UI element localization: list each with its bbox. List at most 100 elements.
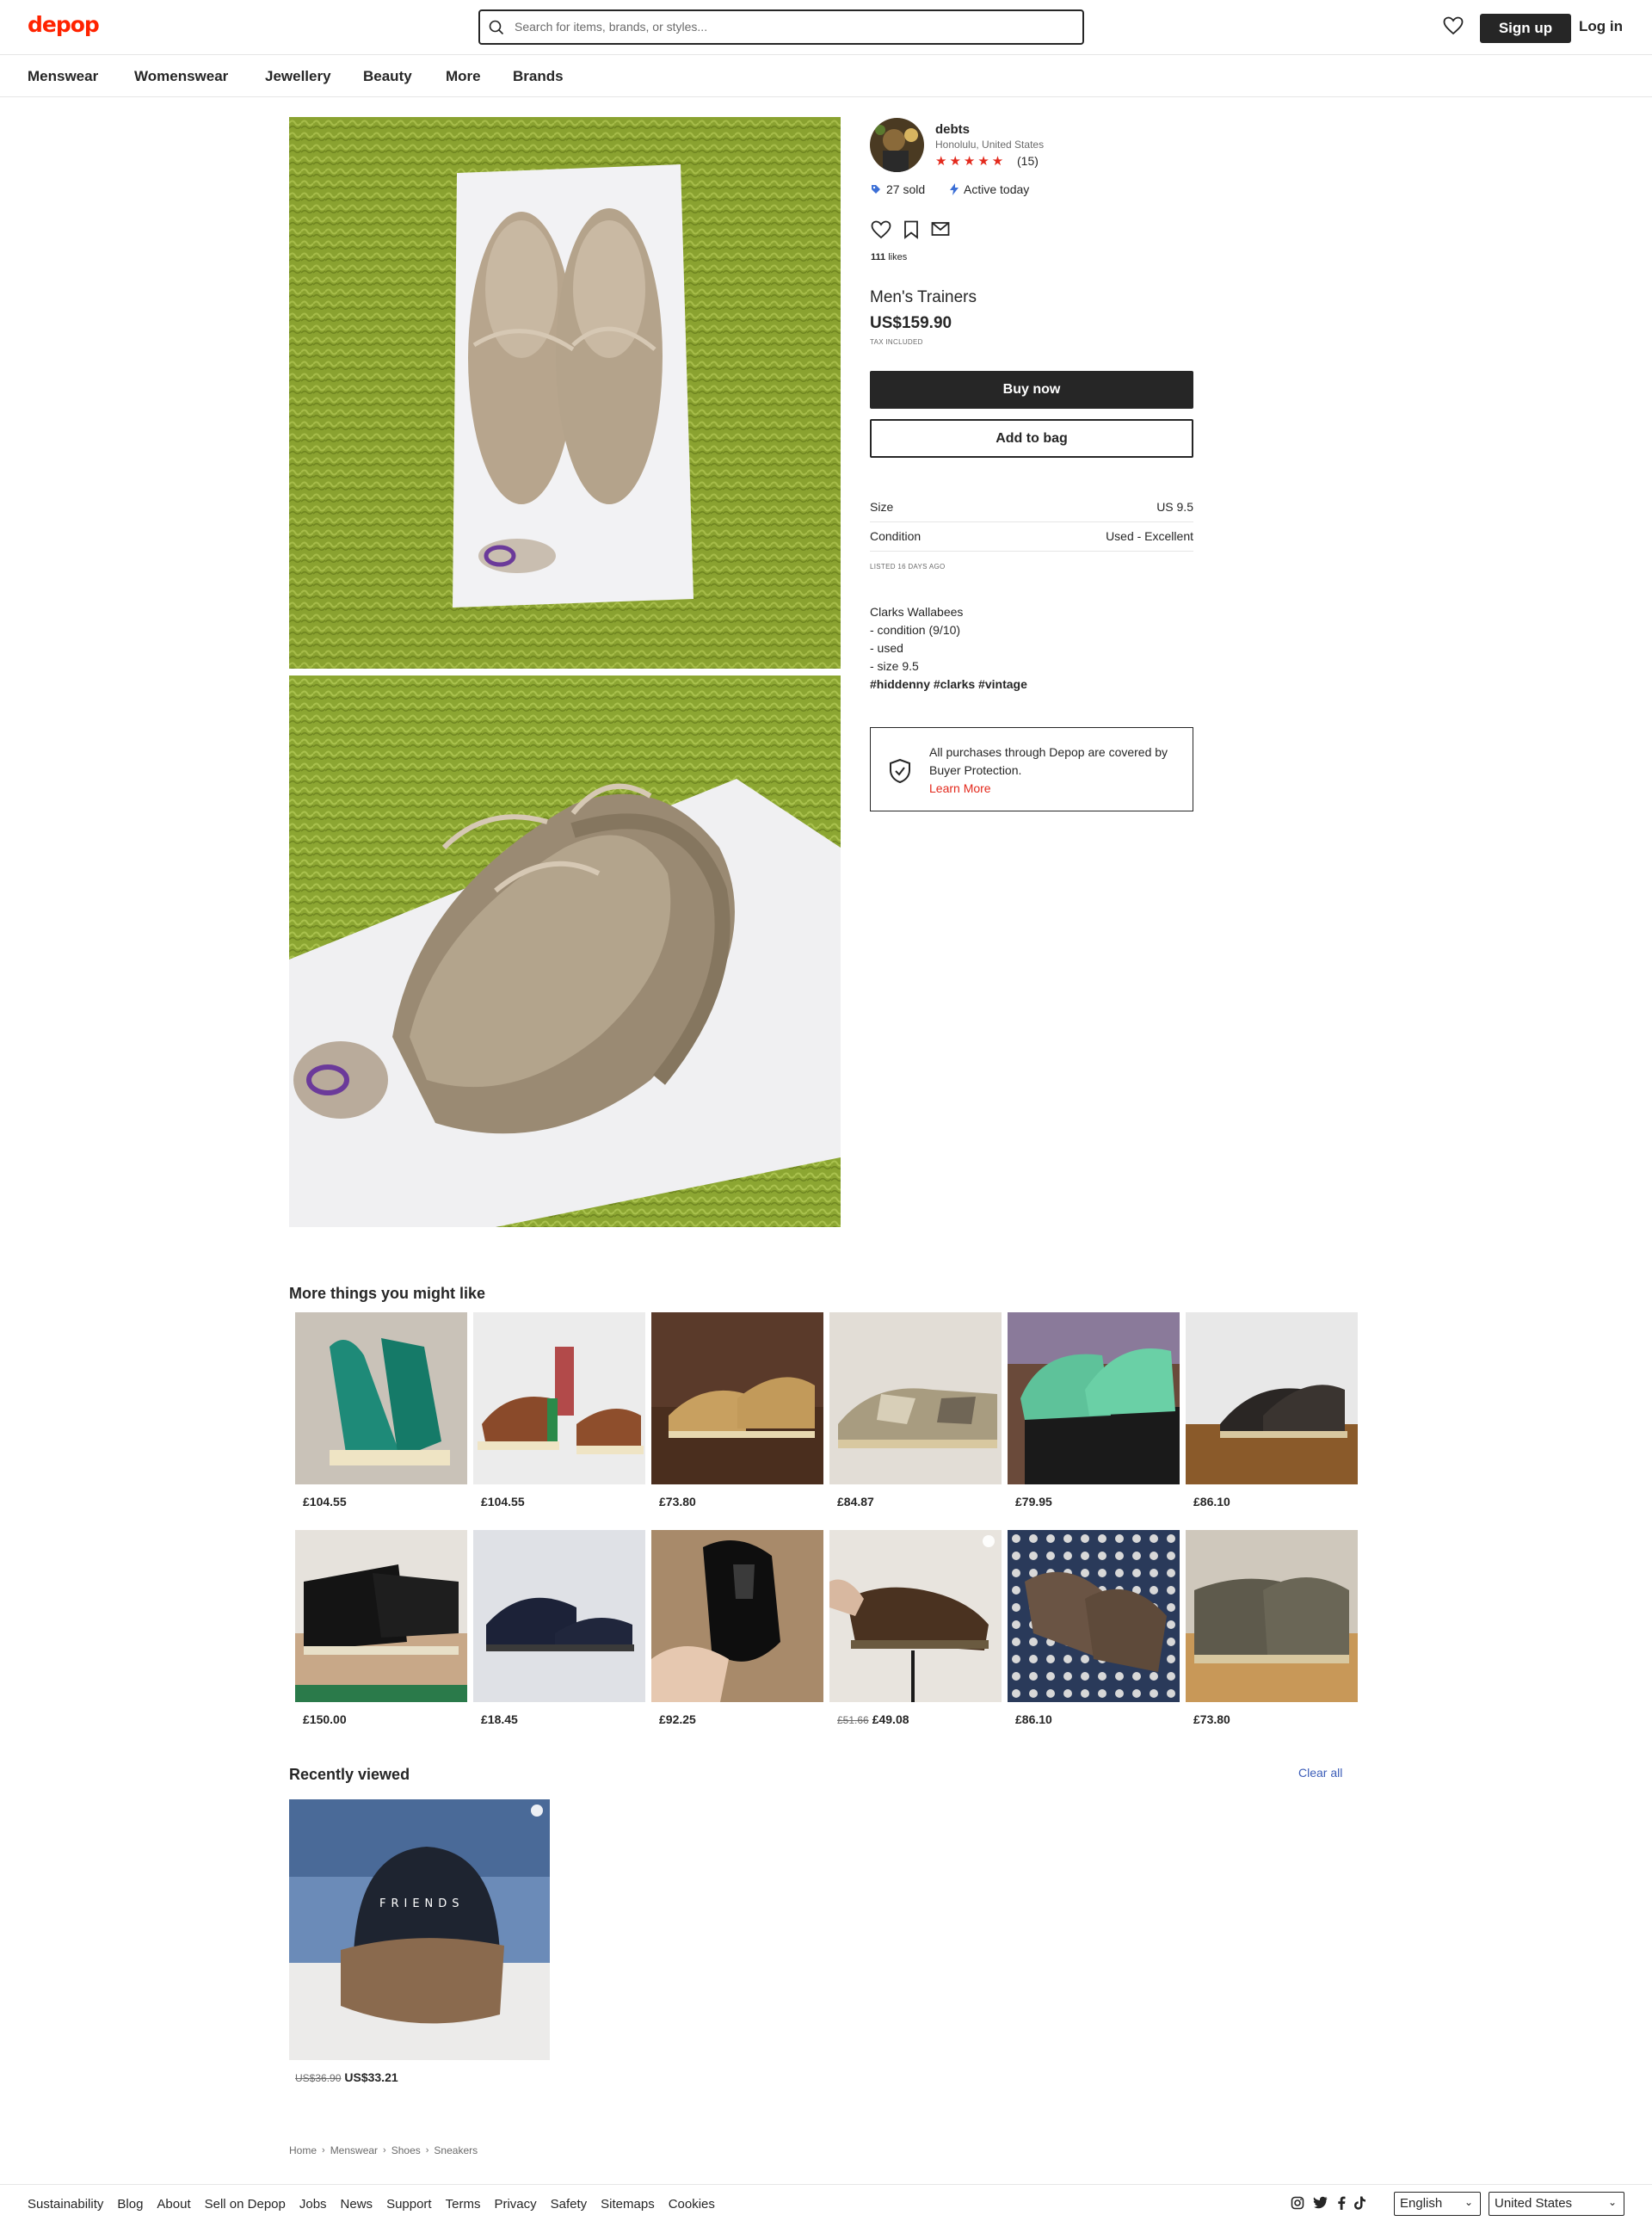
search-input[interactable]	[515, 16, 1065, 37]
footer-links: Sustainability Blog About Sell on Depop …	[28, 2197, 715, 2212]
product-thumbnail[interactable]	[473, 1312, 645, 1484]
product-card-price: £18.45	[481, 1712, 518, 1726]
product-thumbnail[interactable]	[1008, 1530, 1180, 1702]
nav-more[interactable]: More	[446, 68, 481, 85]
nav-beauty[interactable]: Beauty	[363, 68, 412, 85]
footer-link-jobs[interactable]: Jobs	[299, 2197, 327, 2212]
nav-menswear[interactable]: Menswear	[28, 68, 98, 85]
like-heart-icon[interactable]	[871, 220, 891, 239]
product-thumbnail[interactable]: FRIENDS	[289, 1799, 550, 2060]
footer-link-sitemaps[interactable]: Sitemaps	[601, 2197, 655, 2212]
nav-jewellery[interactable]: Jewellery	[265, 68, 331, 85]
product-thumbnail[interactable]	[829, 1530, 1002, 1702]
seller-avatar[interactable]	[870, 118, 924, 172]
search-bar[interactable]	[478, 9, 1084, 45]
add-to-bag-button[interactable]: Add to bag	[870, 419, 1193, 458]
listed-date: LISTED 16 DAYS AGO	[870, 563, 946, 571]
product-card[interactable]: £150.00	[295, 1530, 467, 1726]
product-thumbnail[interactable]	[651, 1530, 823, 1702]
product-card[interactable]: £51.66 £49.08	[829, 1530, 1002, 1726]
seller-username[interactable]: debts	[935, 122, 970, 137]
language-select[interactable]: English ⌄	[1394, 2192, 1481, 2216]
breadcrumb-sneakers[interactable]: Sneakers	[434, 2144, 478, 2156]
footer-link-sell[interactable]: Sell on Depop	[205, 2197, 286, 2212]
attribute-size-value: US 9.5	[1156, 500, 1193, 514]
hashtags[interactable]: #hiddenny #clarks #vintage	[870, 676, 1027, 694]
discounted-price: £49.08	[872, 1712, 909, 1726]
attribute-size-key: Size	[870, 500, 894, 514]
breadcrumb-menswear[interactable]: Menswear	[330, 2144, 378, 2156]
footer-link-news[interactable]: News	[341, 2197, 373, 2212]
item-actions	[871, 220, 950, 239]
product-card-price: £86.10	[1193, 1495, 1230, 1508]
buyer-protection-text: All purchases through Depop are covered …	[929, 743, 1179, 798]
product-photo-2[interactable]	[289, 676, 841, 1227]
product-card[interactable]: £92.25	[651, 1530, 823, 1726]
message-envelope-icon[interactable]	[931, 220, 950, 238]
recently-viewed-card[interactable]: FRIENDS US$36.90 US$33.21	[289, 1799, 550, 2084]
product-thumbnail[interactable]	[829, 1312, 1002, 1484]
recent-card-price: US$36.90 US$33.21	[289, 2070, 550, 2084]
product-card[interactable]: £104.55	[295, 1312, 467, 1508]
product-thumbnail[interactable]	[1186, 1530, 1358, 1702]
breadcrumb-home[interactable]: Home	[289, 2144, 317, 2156]
tiktok-icon[interactable]	[1354, 2196, 1366, 2210]
product-thumbnail[interactable]	[295, 1312, 467, 1484]
footer-link-privacy[interactable]: Privacy	[494, 2197, 536, 2212]
original-price: £51.66	[837, 1714, 869, 1726]
product-thumbnail[interactable]	[651, 1312, 823, 1484]
product-card[interactable]: £84.87	[829, 1312, 1002, 1508]
instagram-icon[interactable]	[1291, 2196, 1304, 2210]
footer-link-blog[interactable]: Blog	[117, 2197, 143, 2212]
sign-up-button[interactable]: Sign up	[1480, 14, 1571, 43]
product-card[interactable]: £79.95	[1008, 1312, 1180, 1508]
product-card[interactable]: £104.55	[473, 1312, 645, 1508]
product-description: Clarks Wallabees - condition (9/10) - us…	[870, 603, 1027, 694]
breadcrumb-shoes[interactable]: Shoes	[391, 2144, 421, 2156]
product-card[interactable]: £18.45	[473, 1530, 645, 1726]
sold-count-label: 27 sold	[886, 182, 926, 196]
product-card-price: £92.25	[659, 1712, 696, 1726]
tax-note: TAX INCLUDED	[870, 338, 923, 346]
facebook-icon[interactable]	[1337, 2196, 1346, 2210]
likes-count[interactable]: 111 likes	[871, 252, 907, 262]
save-bookmark-icon[interactable]	[903, 220, 919, 239]
nav-womenswear[interactable]: Womenswear	[134, 68, 228, 85]
footer-link-about[interactable]: About	[157, 2197, 190, 2212]
attribute-size-row: Size US 9.5	[870, 493, 1193, 522]
saved-items-heart-icon[interactable]	[1443, 16, 1464, 35]
product-thumbnail[interactable]	[1186, 1312, 1358, 1484]
product-card[interactable]: £86.10	[1008, 1530, 1180, 1726]
learn-more-link[interactable]: Learn More	[929, 781, 991, 795]
product-thumbnail[interactable]	[1008, 1312, 1180, 1484]
footer-link-terms[interactable]: Terms	[446, 2197, 481, 2212]
log-in-link[interactable]: Log in	[1579, 18, 1623, 35]
buy-now-button[interactable]: Buy now	[870, 371, 1193, 409]
svg-text:FRIENDS: FRIENDS	[379, 1897, 465, 1910]
twitter-icon[interactable]	[1313, 2196, 1328, 2210]
product-thumbnail[interactable]	[473, 1530, 645, 1702]
country-select[interactable]: United States ⌄	[1489, 2192, 1624, 2216]
nav-brands[interactable]: Brands	[513, 68, 564, 85]
product-card-price: £51.66 £49.08	[829, 1712, 1002, 1726]
product-card[interactable]: £73.80	[651, 1312, 823, 1508]
description-line: - condition (9/10)	[870, 623, 961, 637]
product-photo-1[interactable]	[289, 117, 841, 669]
product-thumbnail[interactable]	[295, 1530, 467, 1702]
footer-link-safety[interactable]: Safety	[551, 2197, 588, 2212]
product-card-price: £73.80	[659, 1495, 696, 1508]
footer-link-sustainability[interactable]: Sustainability	[28, 2197, 103, 2212]
attribute-condition-value: Used - Excellent	[1106, 529, 1193, 543]
language-value: English	[1400, 2196, 1443, 2211]
product-price: US$159.90	[870, 314, 952, 332]
product-card[interactable]: £73.80	[1186, 1530, 1358, 1726]
depop-logo[interactable]: depop	[28, 12, 100, 37]
chevron-down-icon: ⌄	[1464, 2196, 1473, 2208]
clear-all-link[interactable]: Clear all	[1298, 1766, 1342, 1780]
footer-link-cookies[interactable]: Cookies	[669, 2197, 715, 2212]
activity-label: Active today	[964, 182, 1030, 196]
footer-link-support[interactable]: Support	[386, 2197, 432, 2212]
product-card[interactable]: £86.10	[1186, 1312, 1358, 1508]
product-card-price: £84.87	[837, 1495, 874, 1508]
review-count[interactable]: (15)	[1017, 154, 1039, 168]
